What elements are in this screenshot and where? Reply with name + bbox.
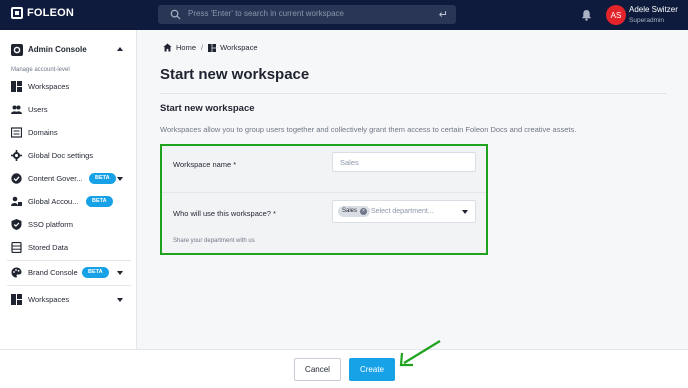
sidebar-item-label: Stored Data — [28, 243, 69, 252]
department-select[interactable]: Sales × Select department... — [332, 200, 476, 223]
sidebar-item-label: Brand Console — [28, 268, 78, 277]
breadcrumb-current: Workspace — [220, 43, 258, 52]
chevron-down-icon[interactable] — [462, 210, 468, 214]
foleon-logo[interactable]: FOLEON — [11, 7, 74, 19]
sidebar-item-brand-console[interactable]: Brand Console BETA — [0, 265, 137, 281]
chevron-down-icon[interactable] — [117, 177, 123, 181]
department-label: Who will use this workspace? * — [173, 209, 276, 218]
beta-badge: BETA — [82, 267, 109, 278]
sidebar-item-global-doc-settings[interactable]: Global Doc settings — [0, 148, 137, 164]
page-title: Start new workspace — [160, 66, 310, 83]
sidebar-subheading: Manage account-level — [11, 67, 70, 73]
chip-remove-icon[interactable]: × — [360, 208, 368, 215]
beta-badge: BETA — [89, 173, 116, 184]
breadcrumb-home[interactable]: Home — [176, 43, 196, 52]
return-icon: ↵ — [438, 9, 448, 21]
home-icon — [163, 43, 172, 52]
sidebar-item-content-governance[interactable]: Content Gover... BETA — [0, 171, 137, 187]
sidebar-item-users[interactable]: Users — [0, 102, 137, 118]
chevron-down-icon[interactable] — [117, 271, 123, 275]
avatar-initials: AS — [610, 10, 622, 20]
breadcrumb-separator: / — [201, 43, 204, 52]
sidebar-item-label: Users — [28, 105, 48, 114]
top-bar: FOLEON Press 'Enter' to search in curren… — [0, 0, 688, 30]
footer-bar: Cancel Create — [0, 349, 688, 388]
sidebar-divider — [7, 260, 131, 261]
sidebar-item-label: Global Doc settings — [28, 151, 94, 160]
sidebar-item-label: Domains — [28, 128, 58, 137]
check-badge-icon — [11, 173, 22, 184]
workspace-name-input[interactable]: Sales — [332, 152, 476, 172]
gear-icon — [11, 150, 22, 161]
section-title: Start new workspace — [160, 103, 255, 114]
shield-icon — [11, 219, 22, 230]
sidebar-item-label: Global Accou... — [28, 197, 79, 206]
sidebar-item-domains[interactable]: Domains — [0, 125, 137, 141]
workspaces-icon — [11, 294, 22, 305]
user-role: Superadmin — [629, 17, 665, 24]
annotation-arrow-icon — [399, 340, 441, 367]
beta-badge: BETA — [86, 196, 113, 207]
search-placeholder: Press 'Enter' to search in current works… — [188, 9, 345, 18]
department-chip-label: Sales — [342, 208, 358, 214]
search-bar[interactable]: Press 'Enter' to search in current works… — [158, 5, 456, 24]
sidebar-item-label: SSO platform — [28, 220, 74, 229]
workspace-name-label: Workspace name * — [173, 160, 237, 169]
foleon-logo-icon — [11, 7, 23, 19]
workspace-name-placeholder: Sales — [340, 158, 359, 167]
sidebar-item-label: Workspaces — [28, 295, 70, 304]
sidebar-item-stored-data[interactable]: Stored Data — [0, 240, 137, 256]
users-icon — [11, 105, 22, 114]
create-button[interactable]: Create — [349, 358, 395, 381]
admin-gear-icon — [11, 44, 23, 56]
sidebar-item-workspaces-section[interactable]: Workspaces — [0, 292, 137, 308]
sidebar: Admin Console Manage account-level Works… — [0, 30, 137, 350]
sidebar-divider — [7, 285, 131, 286]
sidebar-item-label: Content Gover... — [28, 174, 83, 183]
bell-icon[interactable] — [581, 9, 592, 21]
logo-text: FOLEON — [27, 7, 75, 19]
department-placeholder: Select department... — [371, 208, 434, 215]
user-name[interactable]: Adele Switzer — [629, 5, 678, 14]
chevron-down-icon[interactable] — [117, 298, 123, 302]
admin-console-toggle[interactable]: Admin Console — [0, 42, 137, 58]
user-lock-icon — [11, 196, 22, 206]
avatar[interactable]: AS — [606, 5, 626, 25]
title-divider — [160, 93, 666, 94]
workspace-name-row: Workspace name * Sales — [162, 146, 486, 193]
admin-console-label: Admin Console — [28, 45, 87, 54]
sidebar-item-global-account[interactable]: Global Accou... BETA — [0, 194, 137, 210]
sidebar-item-sso-platform[interactable]: SSO platform — [0, 217, 137, 233]
breadcrumb: Home / Workspace — [163, 43, 258, 52]
workspaces-icon — [11, 81, 22, 92]
workspaces-icon — [208, 43, 217, 52]
domains-icon — [11, 127, 22, 138]
sidebar-item-workspaces[interactable]: Workspaces — [0, 79, 137, 95]
cancel-button[interactable]: Cancel — [294, 358, 341, 381]
search-icon — [170, 9, 181, 20]
workspace-form: Workspace name * Sales Who will use this… — [160, 144, 488, 255]
chevron-up-icon — [117, 47, 123, 51]
palette-icon — [11, 267, 22, 278]
department-hint: Share your department with us — [173, 238, 255, 244]
database-icon — [11, 242, 22, 253]
department-chip[interactable]: Sales × — [338, 206, 371, 217]
sidebar-item-label: Workspaces — [28, 82, 70, 91]
section-description: Workspaces allow you to group users toge… — [160, 125, 577, 134]
